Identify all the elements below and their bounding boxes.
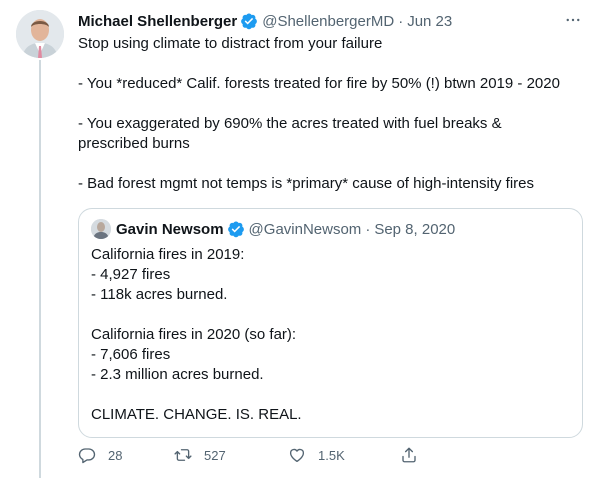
tweet-line: - You *reduced* Calif. forests treated f…: [78, 75, 560, 92]
author-handle[interactable]: @ShellenbergerMD: [262, 13, 394, 30]
quoted-timestamp: Sep 8, 2020: [374, 220, 456, 238]
separator-dot: ·: [365, 220, 371, 238]
author-name[interactable]: Michael Shellenberger: [78, 13, 237, 30]
like-button[interactable]: 1.5K: [288, 446, 400, 464]
action-bar: 28 527 1.5K: [78, 446, 418, 464]
quoted-tweet-text: California fires in 2019: - 4,927 fires …: [91, 245, 570, 425]
quoted-tweet-header: Gavin Newsom @GavinNewsom · Sep 8, 2020: [91, 219, 570, 239]
retweet-button[interactable]: 527: [174, 446, 288, 464]
quoted-tweet[interactable]: Gavin Newsom @GavinNewsom · Sep 8, 2020 …: [78, 208, 583, 438]
quoted-author-handle: @GavinNewsom: [248, 220, 362, 238]
quoted-line: - 7,606 fires: [91, 346, 171, 363]
avatar[interactable]: [16, 10, 64, 58]
tweet-line: - You exaggerated by 690% the acres trea…: [78, 115, 502, 132]
tweet-header: Michael Shellenberger @ShellenbergerMD ·…: [78, 10, 585, 32]
quoted-line: California fires in 2019:: [91, 246, 245, 263]
quoted-avatar: [91, 219, 111, 239]
quoted-line: California fires in 2020 (so far):: [91, 326, 297, 343]
heart-icon: [289, 448, 305, 463]
tweet[interactable]: Michael Shellenberger @ShellenbergerMD ·…: [0, 0, 597, 478]
quoted-author-name: Gavin Newsom: [116, 220, 224, 238]
tweet-text: Stop using climate to distract from your…: [78, 34, 585, 194]
share-icon: [402, 447, 416, 463]
retweet-icon: [174, 449, 192, 461]
verified-badge-icon: [240, 12, 258, 30]
reply-count: 28: [108, 447, 123, 463]
thread-line: [39, 60, 41, 478]
quoted-line: - 2.3 million acres burned.: [91, 366, 264, 383]
verified-badge-icon: [227, 220, 245, 238]
tweet-line: - Bad forest mgmt not temps is *primary*…: [78, 175, 535, 192]
separator-dot: ·: [398, 12, 404, 30]
tweet-timestamp[interactable]: Jun 23: [407, 13, 452, 30]
share-button[interactable]: [400, 446, 418, 464]
retweet-count: 527: [204, 447, 226, 463]
like-count: 1.5K: [318, 447, 345, 463]
quoted-line: CLIMATE. CHANGE. IS. REAL.: [91, 406, 302, 423]
quoted-line: - 118k acres burned.: [91, 286, 228, 303]
quoted-line: - 4,927 fires: [91, 266, 171, 283]
reply-button[interactable]: 28: [78, 446, 174, 464]
reply-icon: [78, 448, 96, 464]
more-options-icon[interactable]: [561, 8, 585, 32]
tweet-line: prescribed burns: [78, 135, 190, 152]
tweet-line: Stop using climate to distract from your…: [78, 35, 383, 52]
